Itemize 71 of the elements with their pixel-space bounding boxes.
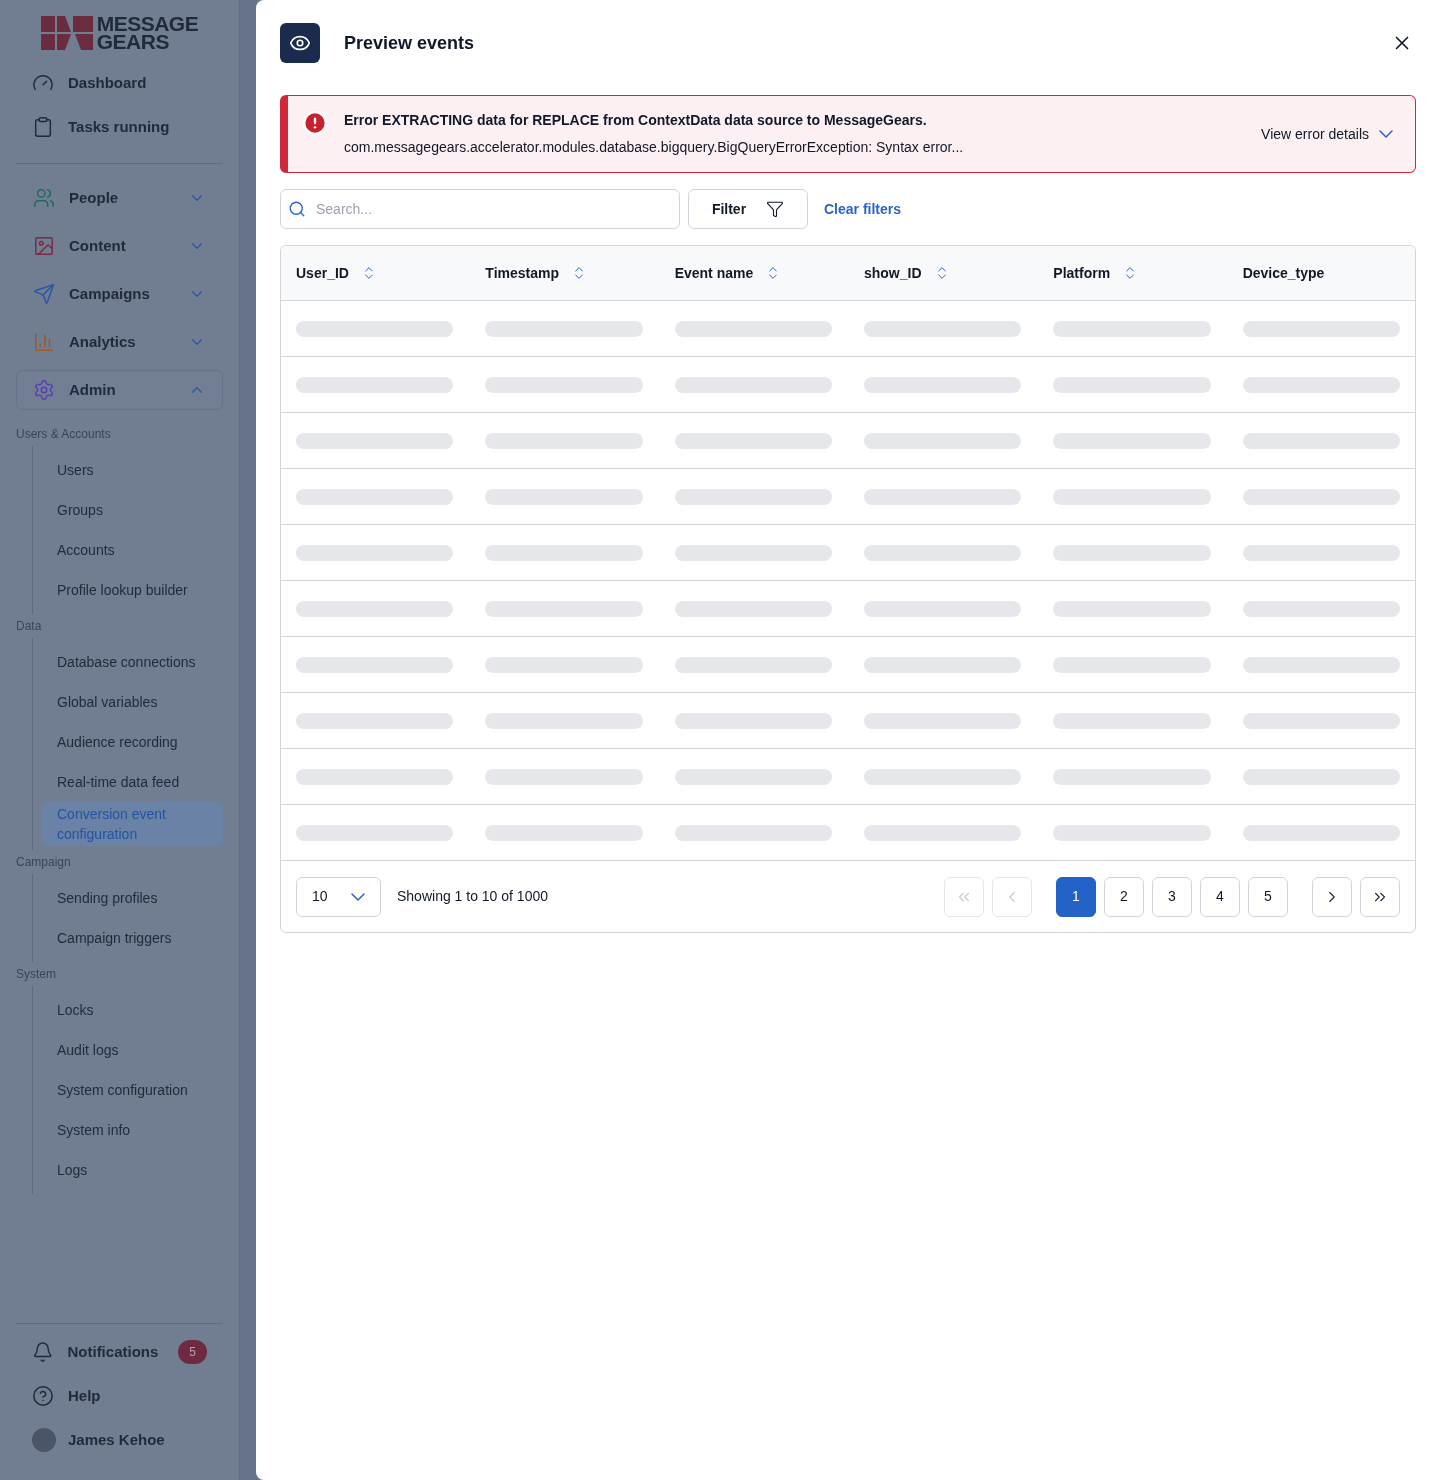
submenu-item[interactable]: Database connections <box>41 642 223 682</box>
settings-icon <box>33 379 55 401</box>
nav-item[interactable]: Help <box>16 1374 223 1418</box>
logo-icon <box>40 15 93 50</box>
dialog-title: Preview events <box>344 31 476 55</box>
people-icon <box>33 187 55 209</box>
page-button[interactable]: 4 <box>1200 876 1240 917</box>
nav-section[interactable]: Content <box>16 226 223 266</box>
paper-plane-icon <box>33 283 55 305</box>
eye-icon <box>280 23 320 63</box>
submenu-item[interactable]: Locks <box>41 990 223 1030</box>
nav-section[interactable]: Analytics <box>16 322 223 362</box>
submenu-item[interactable]: Campaign triggers <box>41 918 223 958</box>
submenu-item[interactable]: Real-time data feed <box>41 762 223 802</box>
pagination-summary: Showing 1 to 10 of 1000 <box>397 887 549 906</box>
nav-item[interactable]: Notifications 5 <box>16 1330 223 1374</box>
view-error-details-button[interactable]: View error details <box>1261 123 1393 145</box>
submenu-item[interactable]: System configuration <box>41 1070 223 1110</box>
submenu-item[interactable]: Groups <box>41 490 223 530</box>
submenu-item[interactable]: Profile lookup builder <box>41 570 223 610</box>
help-icon <box>32 1385 54 1407</box>
page-button[interactable]: 2 <box>1104 876 1144 917</box>
bell-icon <box>32 1341 54 1363</box>
column-header[interactable]: show_ID <box>864 262 950 284</box>
avatar-icon <box>32 1428 56 1452</box>
page-button[interactable]: 5 <box>1248 876 1288 917</box>
clear-filters-link[interactable]: Clear filters <box>824 198 902 220</box>
submenu-item[interactable]: Logs <box>41 1150 223 1190</box>
filter-icon <box>766 200 785 218</box>
user-profile[interactable]: James Kehoe <box>16 1418 223 1462</box>
menu-group-heading: Data <box>16 618 43 635</box>
column-header[interactable]: Device_type <box>1242 262 1325 284</box>
logo-text: MESSAGE <box>96 14 199 33</box>
nav-section[interactable]: People <box>16 178 223 218</box>
column-header[interactable]: User_ID <box>296 262 377 284</box>
image-icon <box>33 235 55 257</box>
submenu-item[interactable]: System info <box>41 1110 223 1150</box>
nav-section[interactable]: Campaigns <box>16 274 223 314</box>
submenu-item[interactable]: Conversion event configuration <box>41 802 223 846</box>
nav-item[interactable]: Tasks running <box>16 105 223 149</box>
page-button[interactable]: 1 <box>1056 876 1096 917</box>
menu-group-heading: Campaign <box>16 854 72 871</box>
count-badge: 5 <box>178 1340 207 1364</box>
error-title: Error EXTRACTING data for REPLACE from ContextData data source to MessageGears. <box>344 111 928 130</box>
chevron-icon <box>1379 130 1393 138</box>
search-icon <box>288 200 306 218</box>
submenu-item[interactable]: Audience recording <box>41 722 223 762</box>
nav-section[interactable]: Admin <box>16 370 223 410</box>
logo-text: GEARS <box>96 32 169 51</box>
error-icon <box>302 110 328 136</box>
column-header[interactable]: Event name <box>674 262 782 284</box>
submenu-item[interactable]: Audit logs <box>41 1030 223 1070</box>
clipboard-icon <box>32 116 54 138</box>
nav-item[interactable]: Dashboard <box>16 61 223 105</box>
search-field[interactable]: Search... <box>280 189 680 229</box>
error-message: com.messagegears.accelerator.modules.database.bigquery.BigQueryErrorException: Syntax error... <box>344 138 965 157</box>
column-header[interactable]: Platform <box>1053 262 1139 284</box>
column-header[interactable]: Timestamp <box>485 262 587 284</box>
submenu-item[interactable]: Users <box>41 450 223 490</box>
next-page-button[interactable] <box>1312 876 1352 917</box>
submenu-item[interactable]: Global variables <box>41 682 223 722</box>
filter-button[interactable]: Filter <box>688 189 808 229</box>
page-button[interactable]: 3 <box>1152 876 1192 917</box>
submenu-item[interactable]: Sending profiles <box>41 878 223 918</box>
chevron-icon <box>351 892 365 901</box>
last-page-button[interactable] <box>1360 876 1400 917</box>
bar-chart-icon <box>33 331 55 353</box>
menu-group-heading: System <box>16 966 57 983</box>
submenu-item[interactable]: Accounts <box>41 530 223 570</box>
page-size-select[interactable]: 10 <box>296 876 381 917</box>
menu-group-heading: Users & Accounts <box>16 426 112 443</box>
